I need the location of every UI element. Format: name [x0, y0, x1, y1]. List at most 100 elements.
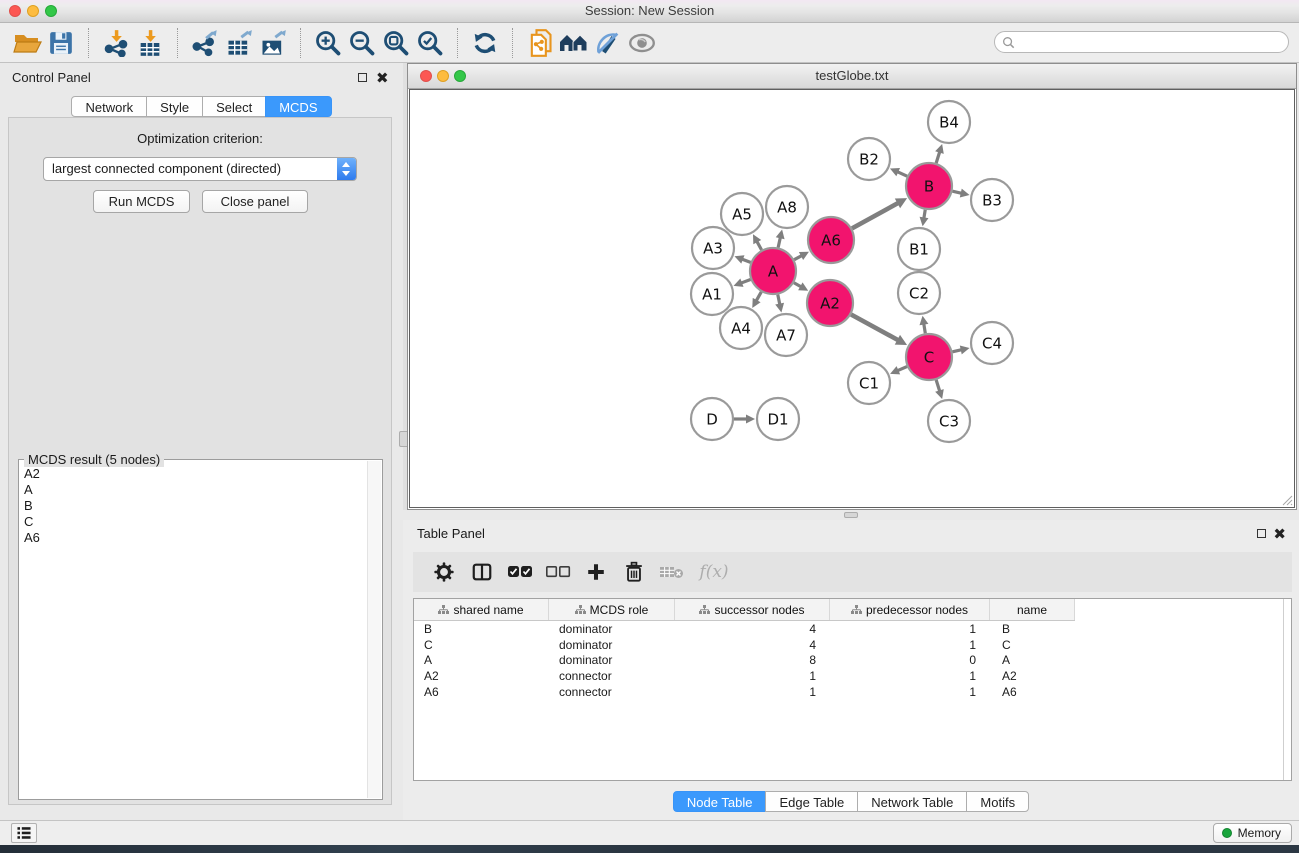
table-cell[interactable]: 4 [675, 622, 830, 636]
edge-A-A2[interactable] [794, 283, 801, 287]
table-cell[interactable]: dominator [549, 638, 675, 652]
save-session-button[interactable] [44, 27, 78, 59]
table-cell[interactable]: B [990, 622, 1075, 636]
edge-C-C4[interactable] [952, 350, 961, 352]
optimization-criterion-dropdown[interactable]: largest connected component (directed) [43, 157, 357, 181]
tab-mcds[interactable]: MCDS [265, 96, 331, 117]
zoom-in-button[interactable] [311, 27, 345, 59]
tab-network[interactable]: Network [71, 96, 147, 117]
close-panel-icon[interactable]: ✖ [376, 73, 389, 85]
result-list-item[interactable]: A6 [21, 530, 366, 546]
table-cell[interactable]: A [414, 653, 549, 667]
edge-A-A3[interactable] [742, 259, 751, 262]
table-cell[interactable]: A6 [414, 685, 549, 699]
edge-A2-C[interactable] [851, 314, 898, 340]
edge-C-C3[interactable] [936, 380, 940, 392]
table-cell[interactable]: 1 [830, 685, 990, 699]
delete-column-button[interactable] [615, 555, 653, 589]
float-table-panel-icon[interactable] [1257, 529, 1266, 538]
table-row[interactable]: Adominator80A [414, 652, 1291, 668]
create-column-button[interactable] [577, 555, 615, 589]
result-list-item[interactable]: B [21, 498, 366, 514]
table-cell[interactable]: 1 [675, 685, 830, 699]
delete-table-button[interactable] [653, 555, 691, 589]
table-cell[interactable]: 8 [675, 653, 830, 667]
search-field[interactable] [994, 31, 1289, 53]
export-image-button[interactable] [256, 27, 290, 59]
refresh-view-button[interactable] [468, 27, 502, 59]
table-scrollbar[interactable] [1283, 599, 1284, 780]
column-header-name[interactable]: name [990, 599, 1075, 620]
table-row[interactable]: A2connector11A2 [414, 668, 1291, 684]
tab-node-table[interactable]: Node Table [673, 791, 767, 812]
tab-network-table[interactable]: Network Table [857, 791, 967, 812]
memory-button[interactable]: Memory [1213, 823, 1292, 843]
function-builder-button[interactable]: f(x) [691, 555, 737, 589]
table-cell[interactable]: A2 [414, 669, 549, 683]
edge-B-B4[interactable] [936, 152, 940, 164]
task-history-button[interactable] [11, 823, 37, 843]
dropdown-stepper-icon[interactable] [337, 158, 356, 180]
table-settings-button[interactable] [425, 555, 463, 589]
hide-graphics-details-button[interactable] [591, 27, 625, 59]
table-cell[interactable]: 0 [830, 653, 990, 667]
table-cell[interactable]: 4 [675, 638, 830, 652]
export-network-button[interactable] [188, 27, 222, 59]
hide-all-columns-button[interactable] [539, 555, 577, 589]
zoom-out-button[interactable] [345, 27, 379, 59]
network-snapshot-button[interactable] [523, 27, 557, 59]
column-header-shared-name[interactable]: shared name [414, 599, 549, 620]
table-cell[interactable]: A [990, 653, 1075, 667]
close-panel-button[interactable]: Close panel [202, 190, 308, 213]
home-button[interactable] [557, 27, 591, 59]
show-hide-details-button[interactable] [625, 27, 659, 59]
edge-B-B2[interactable] [897, 172, 907, 176]
table-cell[interactable]: A6 [990, 685, 1075, 699]
close-table-panel-icon[interactable]: ✖ [1273, 529, 1286, 541]
table-cell[interactable]: connector [549, 685, 675, 699]
resize-grip-icon[interactable] [1280, 493, 1293, 506]
show-all-columns-button[interactable] [501, 555, 539, 589]
column-header-mcds-role[interactable]: MCDS role [549, 599, 675, 620]
edge-C-C1[interactable] [897, 367, 907, 371]
edge-A-A8[interactable] [778, 237, 780, 247]
split-view-button[interactable] [463, 555, 501, 589]
edge-A6-B[interactable] [852, 203, 898, 229]
table-cell[interactable]: 1 [830, 669, 990, 683]
float-panel-icon[interactable] [358, 73, 367, 82]
tab-style[interactable]: Style [146, 96, 203, 117]
table-cell[interactable]: dominator [549, 622, 675, 636]
network-canvas[interactable]: B4B2BB3A8A5A6A3B1AA1C2A2A4A7C4CC1C3DD1 [409, 89, 1295, 508]
table-cell[interactable]: 1 [830, 638, 990, 652]
tab-motifs[interactable]: Motifs [966, 791, 1029, 812]
tab-select[interactable]: Select [202, 96, 266, 117]
result-list-item[interactable]: A2 [21, 466, 366, 482]
edge-A-A4[interactable] [756, 292, 761, 301]
zoom-selected-button[interactable] [413, 27, 447, 59]
result-list-item[interactable]: A [21, 482, 366, 498]
tab-edge-table[interactable]: Edge Table [765, 791, 858, 812]
export-table-button[interactable] [222, 27, 256, 59]
table-cell[interactable]: B [414, 622, 549, 636]
column-header-predecessor-nodes[interactable]: predecessor nodes [830, 599, 990, 620]
table-cell[interactable]: C [414, 638, 549, 652]
open-session-button[interactable] [10, 27, 44, 59]
edge-A-A1[interactable] [741, 279, 751, 283]
column-header-successor-nodes[interactable]: successor nodes [675, 599, 830, 620]
edge-A-A7[interactable] [778, 295, 780, 305]
import-table-button[interactable] [133, 27, 167, 59]
horizontal-splitter[interactable] [403, 510, 1299, 520]
table-row[interactable]: Cdominator41C [414, 637, 1291, 653]
table-cell[interactable]: dominator [549, 653, 675, 667]
search-input[interactable] [1019, 34, 1273, 50]
edge-C-C2[interactable] [924, 324, 926, 334]
table-row[interactable]: Bdominator41B [414, 621, 1291, 637]
table-cell[interactable]: A2 [990, 669, 1075, 683]
result-scrollbar[interactable] [367, 461, 381, 798]
horizontal-splitter-grip[interactable] [844, 512, 858, 518]
table-cell[interactable]: 1 [830, 622, 990, 636]
edge-B-B1[interactable] [924, 210, 925, 219]
table-cell[interactable]: 1 [675, 669, 830, 683]
table-cell[interactable]: connector [549, 669, 675, 683]
import-network-button[interactable] [99, 27, 133, 59]
